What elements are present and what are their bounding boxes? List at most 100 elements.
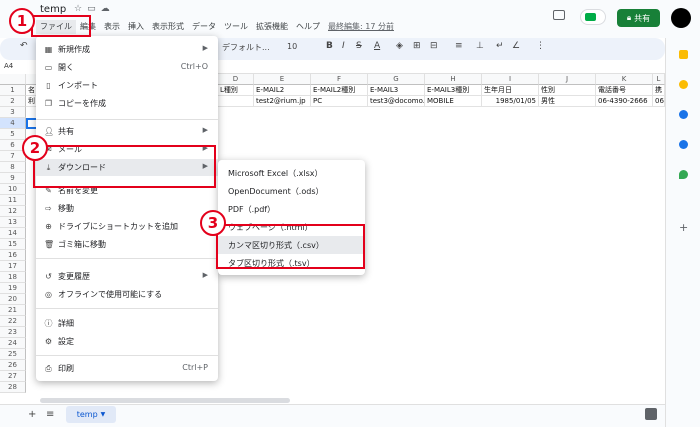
menu-format[interactable]: 表示形式 (148, 20, 188, 34)
share-button[interactable]: 🔒︎ 共有 (617, 9, 660, 27)
row-header[interactable]: 15 (0, 239, 26, 250)
row-header[interactable]: 21 (0, 305, 26, 316)
row-header[interactable]: 18 (0, 272, 26, 283)
menu-view[interactable]: 表示 (100, 20, 124, 34)
cell[interactable]: E-MAIL3種別 (425, 85, 482, 96)
cell[interactable]: 電話番号 (596, 85, 653, 96)
row-header[interactable]: 14 (0, 228, 26, 239)
menu-item-settings[interactable]: ⚙ 設定 (36, 333, 218, 350)
menu-item-trash[interactable]: 🗑︎ ゴミ箱に移動 (36, 236, 218, 253)
cell[interactable]: test3@docomo.n (368, 96, 425, 107)
cell[interactable]: L種別 (218, 85, 254, 96)
all-sheets-icon[interactable]: ≡ (46, 409, 54, 420)
chevron-down-icon[interactable]: ▼ (101, 411, 106, 418)
text-color-icon[interactable]: A (374, 41, 380, 51)
merge-cells-icon[interactable]: ⊟ (430, 41, 438, 51)
horizontal-scrollbar[interactable] (40, 398, 290, 403)
align-icon[interactable]: ≡ (455, 41, 463, 51)
last-edit-link[interactable]: 最終編集: 17 分前 (324, 20, 398, 34)
wrap-icon[interactable]: ↵ (496, 41, 504, 51)
star-icon[interactable]: ☆ (74, 4, 82, 14)
cell[interactable] (218, 96, 254, 107)
cell[interactable]: 携 (653, 85, 665, 96)
italic-icon[interactable]: I (342, 41, 345, 51)
sheet-tab[interactable]: temp ▼ (66, 406, 116, 423)
column-header-f[interactable]: F (311, 74, 368, 85)
row-header[interactable]: 12 (0, 206, 26, 217)
row-header[interactable]: 11 (0, 195, 26, 206)
undo-icon[interactable]: ↶ (20, 41, 28, 51)
download-option-pdf[interactable]: PDF（.pdf） (218, 200, 365, 218)
download-option-ods[interactable]: OpenDocument（.ods） (218, 182, 365, 200)
tasks-icon[interactable] (679, 110, 688, 119)
add-addon-icon[interactable]: + (679, 222, 688, 233)
menu-item-import[interactable]: ▯ インポート (36, 77, 218, 94)
row-header[interactable]: 1 (0, 85, 26, 96)
column-header-d[interactable]: D (218, 74, 254, 85)
menu-item-details[interactable]: ⓘ 詳細 (36, 315, 218, 332)
move-folder-icon[interactable]: ▭ (87, 4, 96, 14)
cell[interactable]: 男性 (539, 96, 596, 107)
menu-help[interactable]: ヘルプ (292, 20, 324, 34)
column-header-g[interactable]: G (368, 74, 425, 85)
menu-item-move[interactable]: ⇨ 移動 (36, 200, 218, 217)
menu-insert[interactable]: 挿入 (124, 20, 148, 34)
font-size-input[interactable]: 10 (287, 42, 297, 51)
menu-item-open[interactable]: ▭ 開く Ctrl+O (36, 59, 218, 76)
row-header[interactable]: 20 (0, 294, 26, 305)
cell[interactable]: 性別 (539, 85, 596, 96)
keep-icon[interactable] (679, 80, 688, 89)
row-header[interactable]: 2 (0, 96, 26, 107)
menu-extensions[interactable]: 拡張機能 (252, 20, 292, 34)
contacts-icon[interactable] (679, 140, 688, 149)
row-header[interactable]: 24 (0, 338, 26, 349)
maps-icon[interactable] (679, 170, 688, 179)
row-header[interactable]: 22 (0, 316, 26, 327)
cell[interactable]: 1985/01/05 (482, 96, 539, 107)
column-header-j[interactable]: J (539, 74, 596, 85)
cell[interactable]: PC (311, 96, 368, 107)
menu-item-offline[interactable]: ◎ オフラインで使用可能にする (36, 286, 218, 303)
rotate-icon[interactable]: ∠ (512, 41, 520, 51)
select-all-corner[interactable] (0, 74, 26, 85)
menu-data[interactable]: データ (188, 20, 220, 34)
column-header-l[interactable]: L (653, 74, 665, 85)
font-select[interactable]: デフォルト... (222, 42, 270, 53)
borders-icon[interactable]: ⊞ (413, 41, 421, 51)
menu-item-new[interactable]: ▦ 新規作成 ▶ (36, 41, 218, 58)
row-header[interactable]: 27 (0, 371, 26, 382)
fill-color-icon[interactable]: ◈ (396, 41, 403, 51)
name-box[interactable]: A4 (0, 60, 36, 74)
menu-tools[interactable]: ツール (220, 20, 252, 34)
calendar-icon[interactable] (679, 50, 688, 59)
column-header-e[interactable]: E (254, 74, 311, 85)
cell[interactable]: 生年月日 (482, 85, 539, 96)
bold-icon[interactable]: B (326, 41, 333, 51)
comment-history-icon[interactable] (553, 10, 565, 20)
row-header[interactable]: 8 (0, 162, 26, 173)
column-header-i[interactable]: I (482, 74, 539, 85)
explore-icon[interactable] (645, 408, 657, 420)
cell[interactable]: E-MAIL2種別 (311, 85, 368, 96)
strikethrough-icon[interactable]: S (356, 41, 362, 51)
row-header[interactable]: 5 (0, 129, 26, 140)
menu-item-add-shortcut[interactable]: ⊕ ドライブにショートカットを追加 (36, 218, 218, 235)
valign-icon[interactable]: ⊥ (476, 41, 484, 51)
meet-button[interactable] (580, 9, 606, 25)
row-header[interactable]: 25 (0, 349, 26, 360)
avatar[interactable] (671, 8, 691, 28)
row-header[interactable]: 28 (0, 382, 26, 393)
row-header[interactable]: 26 (0, 360, 26, 371)
cell[interactable]: 06 (653, 96, 665, 107)
row-header[interactable]: 17 (0, 261, 26, 272)
row-header[interactable]: 16 (0, 250, 26, 261)
menu-item-print[interactable]: ⎙ 印刷 Ctrl+P (36, 360, 218, 377)
cell[interactable]: test2@rium.jp (254, 96, 311, 107)
document-title[interactable]: temp (40, 4, 66, 15)
add-sheet-icon[interactable]: + (28, 409, 36, 420)
row-header[interactable]: 19 (0, 283, 26, 294)
row-header[interactable]: 23 (0, 327, 26, 338)
column-header-k[interactable]: K (596, 74, 653, 85)
cell[interactable]: E-MAIL3 (368, 85, 425, 96)
cell[interactable]: 06-4390-2666 (596, 96, 653, 107)
